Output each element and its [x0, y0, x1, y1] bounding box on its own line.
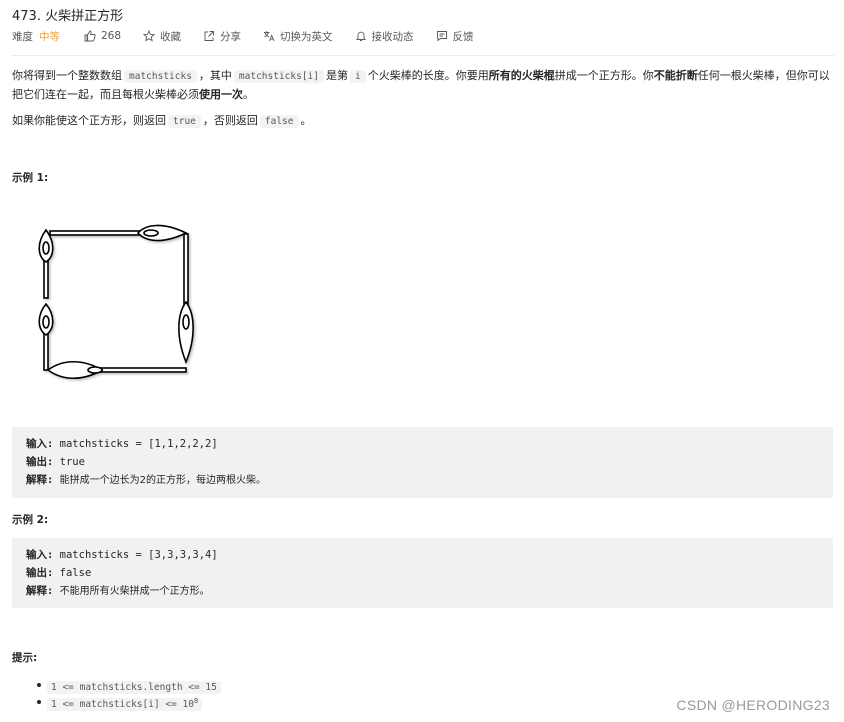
explain-label: 解释:	[26, 585, 54, 597]
output-value: true	[59, 456, 85, 468]
feedback-label: 反馈	[452, 30, 474, 43]
example-2-block: 输入: matchsticks = [3,3,3,3,4] 输出: false …	[12, 538, 833, 608]
example-1-block: 输入: matchsticks = [1,1,2,2,2] 输出: true 解…	[12, 427, 833, 498]
difficulty-label: 难度	[12, 30, 33, 43]
description-text: 如果你能使这个正方形，则返回	[12, 114, 166, 127]
return-description: 如果你能使这个正方形，则返回 true ，否则返回 false。	[12, 112, 834, 131]
matchstick-square-figure	[38, 224, 194, 380]
collect-label: 收藏	[160, 30, 182, 43]
inline-code: i	[350, 70, 366, 83]
description-text: ，其中	[198, 69, 232, 82]
problem-title: 473. 火柴拼正方形	[12, 9, 124, 24]
description-text: 拼成一个正方形。你	[554, 69, 654, 82]
example-2-heading: 示例 2:	[12, 514, 49, 526]
like-count: 268	[101, 30, 122, 42]
feedback-button[interactable]: 反馈	[436, 29, 474, 44]
inline-code: true	[168, 115, 201, 128]
switch-language-label: 切换为英文	[280, 30, 333, 43]
explain-value: 能拼成一个边长为2的正方形，每边两根火柴。	[59, 475, 267, 486]
description-text: 。	[300, 114, 312, 127]
notify-button[interactable]: 接收动态	[355, 29, 414, 44]
emphasis-text: 使用一次	[199, 88, 243, 101]
description-text: ，否则返回	[202, 114, 258, 127]
bullet	[37, 700, 41, 704]
hints-heading: 提示:	[12, 652, 38, 664]
like-button[interactable]: 268	[84, 30, 121, 42]
inline-code: matchsticks[i]	[233, 70, 324, 83]
translate-icon	[264, 31, 275, 42]
bell-icon	[355, 31, 366, 41]
description-text: 。	[243, 88, 254, 101]
thumbs-up-icon	[84, 30, 96, 42]
share-label: 分享	[220, 30, 242, 43]
emphasis-text: 所有的火柴棍	[488, 69, 555, 82]
list-item: 1 <= matchsticks.length <= 15	[12, 676, 221, 694]
output-label: 输出:	[26, 456, 54, 468]
description-paragraph: 你将得到一个整数数组 matchsticks ，其中 matchsticks[i] 是第…	[12, 67, 834, 104]
problem-toolbar: 难度 中等 268 收藏 分享 切换为英文 接收动态 反馈	[12, 28, 496, 44]
header-divider	[12, 55, 834, 56]
star-icon	[143, 30, 156, 42]
output-label: 输出:	[26, 567, 54, 579]
input-value: matchsticks = [3,3,3,3,4]	[59, 549, 218, 561]
emphasis-text: 不能折断	[653, 69, 698, 82]
description-text: 个火柴棒的长度。你要用	[367, 69, 489, 82]
input-label: 输入:	[26, 438, 54, 450]
input-value: matchsticks = [1,1,2,2,2]	[59, 438, 218, 450]
example-1-heading: 示例 1:	[12, 172, 49, 184]
input-label: 输入:	[26, 549, 54, 561]
difficulty-badge: 中等	[39, 30, 60, 43]
constraint-text: 1 <= matchsticks[i] <= 10	[51, 699, 194, 711]
collect-button[interactable]: 收藏	[143, 29, 181, 44]
description-text: 你将得到一个整数数组	[12, 69, 122, 82]
share-button[interactable]: 分享	[203, 29, 241, 44]
output-value: false	[59, 567, 92, 579]
list-item: 1 <= matchsticks[i] <= 108	[12, 693, 221, 712]
notify-label: 接收动态	[371, 30, 414, 43]
constraint-code: 1 <= matchsticks[i] <= 108	[47, 697, 203, 712]
comment-icon	[436, 31, 447, 42]
explain-label: 解释:	[26, 474, 54, 486]
watermark: CSDN @HERODING23	[676, 697, 830, 713]
switch-language-button[interactable]: 切换为英文	[263, 29, 333, 44]
share-icon	[204, 31, 214, 41]
bullet	[37, 683, 41, 687]
description-text: 是第	[326, 69, 348, 82]
inline-code: matchsticks	[124, 70, 197, 83]
constraints-list: 1 <= matchsticks.length <= 15 1 <= match…	[12, 676, 221, 712]
inline-code: false	[259, 115, 299, 128]
constraint-exponent: 8	[194, 697, 199, 705]
explain-value: 不能用所有火柴拼成一个正方形。	[59, 586, 210, 597]
